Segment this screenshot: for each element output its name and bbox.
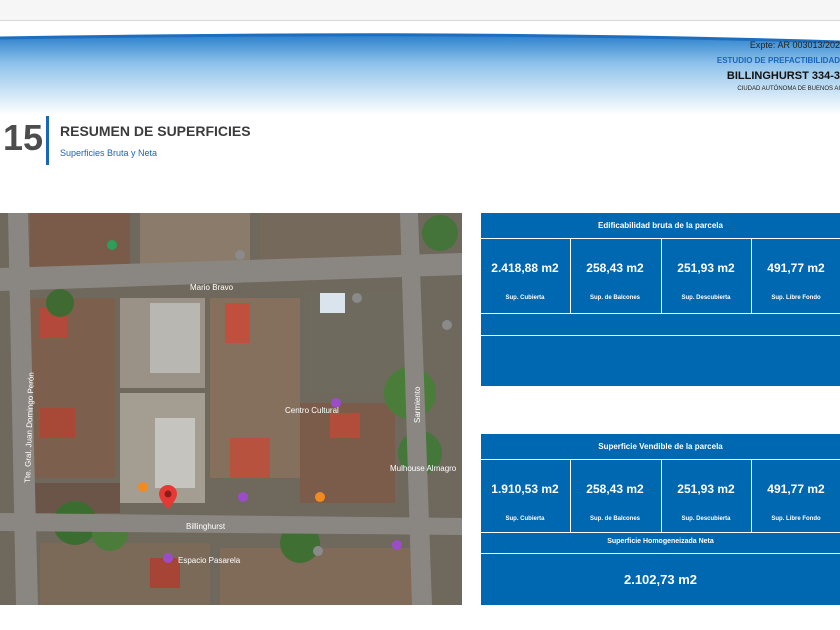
sellable-panel-title: Superficie Vendible de la parcela	[481, 434, 840, 460]
document-header-meta: Expte: AR 003013/202 ESTUDIO DE PREFACTI…	[640, 40, 840, 95]
cell-divider	[751, 239, 752, 313]
cell-value: 2.418,88 m2	[491, 261, 559, 275]
net-area-value: 2.102,73 m2	[623, 572, 697, 587]
cell-value: 251,93 m2	[677, 482, 735, 496]
row-divider	[481, 553, 840, 554]
map-label-espacio-pasarela: Espacio Pasarela	[178, 556, 241, 565]
cell-divider	[661, 460, 662, 532]
sellable-cubierta-cell: 1.910,53 m2 Sup. Cubierta	[481, 460, 569, 532]
gross-balcones-cell: 258,43 m2 Sup. de Balcones	[571, 239, 659, 311]
city-name: CIUDAD AUTÓNOMA DE BUENOS AI	[737, 86, 840, 92]
map-label-sarmiento: Sarmiento	[413, 386, 422, 423]
cell-value: 258,43 m2	[586, 482, 644, 496]
cell-value: 491,77 m2	[767, 261, 825, 275]
satellite-map: Mario Bravo Billinghurst Sarmiento Tte. …	[0, 213, 462, 605]
cell-value: 251,93 m2	[677, 261, 735, 275]
section-title: RESUMEN DE SUPERFICIES	[60, 123, 251, 139]
row-divider	[481, 335, 840, 336]
cell-label: Sup. Libre Fondo	[771, 295, 821, 301]
map-label-billinghurst: Billinghurst	[186, 522, 226, 531]
expte-number: Expte: AR 003013/202	[749, 40, 840, 50]
section-divider	[46, 116, 49, 165]
study-type: ESTUDIO DE PREFACTIBILIDAD	[716, 56, 840, 65]
net-area-title: Superficie Homogeneizada Neta	[607, 538, 714, 545]
map-label-mulhouse: Mulhouse Almagro	[390, 464, 457, 473]
sellable-area-panel: Superficie Vendible de la parcela 1.910,…	[481, 434, 840, 605]
sellable-balcones-cell: 258,43 m2 Sup. de Balcones	[571, 460, 659, 532]
sellable-descubierta-cell: 251,93 m2 Sup. Descubierta	[662, 460, 750, 532]
map-label-centro-cultural: Centro Cultural	[285, 406, 339, 415]
cell-label: Sup. de Balcones	[589, 516, 640, 522]
sellable-libre-fondo-cell: 491,77 m2 Sup. Libre Fondo	[752, 460, 840, 532]
cell-divider	[570, 239, 571, 313]
gross-descubierta-cell: 251,93 m2 Sup. Descubierta	[662, 239, 750, 311]
cell-label: Sup. Descubierta	[681, 516, 731, 522]
gross-panel-title: Edificabilidad bruta de la parcela	[481, 213, 840, 239]
row-divider	[481, 313, 840, 314]
section-number: 15	[2, 117, 43, 158]
property-address: BILLINGHURST 334-3	[726, 70, 840, 82]
gross-buildability-panel: Edificabilidad bruta de la parcela 2.418…	[481, 213, 840, 386]
gross-cubierta-cell: 2.418,88 m2 Sup. Cubierta	[481, 239, 569, 311]
section-subtitle: Superficies Bruta y Neta	[60, 148, 158, 158]
map-label-mario-bravo: Mario Bravo	[190, 283, 234, 292]
cell-value: 258,43 m2	[586, 261, 644, 275]
row-divider	[481, 532, 840, 533]
cell-label: Sup. de Balcones	[589, 295, 640, 301]
browser-top-strip	[0, 0, 840, 21]
location-pin-icon	[159, 485, 177, 509]
cell-divider	[661, 239, 662, 313]
cell-divider	[751, 460, 752, 532]
cell-label: Sup. Cubierta	[505, 295, 545, 301]
cell-label: Sup. Libre Fondo	[771, 516, 821, 522]
cell-label: Sup. Descubierta	[681, 295, 731, 301]
cell-divider	[570, 460, 571, 532]
gross-libre-fondo-cell: 491,77 m2 Sup. Libre Fondo	[752, 239, 840, 311]
cell-value: 1.910,53 m2	[491, 482, 559, 496]
cell-label: Sup. Cubierta	[505, 516, 545, 522]
cell-value: 491,77 m2	[767, 482, 825, 496]
